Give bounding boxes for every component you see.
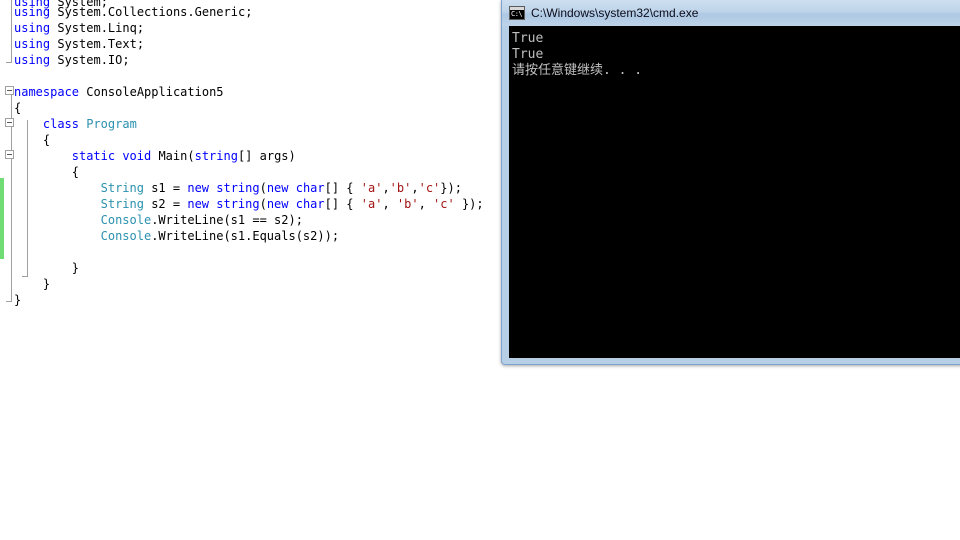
code-token-plain: .WriteLine(s1.Equals(s2));	[151, 229, 340, 243]
code-token-kw: string	[194, 149, 238, 163]
code-line: using System.Text;	[14, 36, 144, 52]
console-title-text: C:\Windows\system32\cmd.exe	[531, 6, 699, 20]
gutter-guide-line	[11, 0, 12, 62]
code-token-type: Console	[100, 213, 152, 227]
code-token-kw: new char	[266, 197, 325, 211]
code-line: using System.IO;	[14, 52, 130, 68]
code-line: String s1 = new string(new char[] { 'a',…	[101, 180, 462, 196]
console-output-area[interactable]: True True 请按任意键继续. . .	[509, 26, 960, 358]
code-token-plain: }	[14, 293, 22, 307]
code-token-kw: namespace	[14, 85, 80, 99]
code-line: Console.WriteLine(s1 == s2);	[101, 212, 303, 228]
code-line: }	[43, 276, 50, 292]
fold-region-end-tick	[22, 276, 28, 277]
code-line: using System.Collections.Generic;	[14, 4, 252, 20]
code-token-plain: ,	[411, 181, 419, 195]
code-token-kw: using	[14, 5, 51, 19]
code-token-plain: s2 =	[143, 197, 188, 211]
code-token-plain: System.Text;	[50, 37, 145, 51]
code-token-kw: new string	[187, 197, 260, 211]
change-bar-saved	[0, 178, 4, 259]
code-token-plain: [] {	[324, 197, 361, 211]
code-line: namespace ConsoleApplication5	[14, 84, 224, 100]
code-token-kw: using	[14, 21, 51, 35]
code-token-kw: class	[42, 117, 79, 131]
fold-main-method-collapse-icon[interactable]	[5, 150, 14, 159]
code-token-plain: });	[454, 197, 484, 211]
code-token-plain: Main(	[151, 149, 195, 163]
code-token-kw: using	[14, 53, 51, 67]
fold-region-end-tick	[6, 301, 12, 302]
code-line: using System.Linq;	[14, 20, 144, 36]
code-token-str: 'a'	[360, 181, 383, 195]
code-token-kw: new char	[266, 181, 325, 195]
console-title-bar[interactable]: C:\ C:\Windows\system32\cmd.exe	[502, 0, 960, 26]
code-token-plain: {	[42, 133, 51, 147]
code-token-plain: s1 =	[143, 181, 188, 195]
code-token-plain: (	[259, 197, 267, 211]
code-token-plain: [] {	[324, 181, 361, 195]
code-line: }	[72, 260, 79, 276]
cmd-icon-prompt-text: C:\	[511, 10, 523, 18]
code-token-plain: (	[259, 181, 267, 195]
code-token-plain: System.Linq;	[50, 21, 145, 35]
code-line: static void Main(string[] args)	[72, 148, 296, 164]
console-window[interactable]: C:\ C:\Windows\system32\cmd.exe True Tru…	[501, 0, 960, 365]
code-token-type: Program	[86, 117, 137, 131]
fold-class-collapse-icon[interactable]	[5, 118, 14, 127]
code-line: Console.WriteLine(s1.Equals(s2));	[101, 228, 339, 244]
code-token-str: 'c'	[433, 197, 455, 211]
code-line: {	[43, 132, 50, 148]
code-token-plain: });	[440, 181, 462, 195]
code-editor-pane[interactable]: using System; using System.Collections.Ge…	[0, 0, 500, 540]
code-token-plain: System.IO;	[50, 53, 130, 67]
code-line: String s2 = new string(new char[] { 'a',…	[101, 196, 484, 212]
code-line: {	[72, 164, 79, 180]
code-token-kw: using	[14, 37, 51, 51]
cmd-console-icon: C:\	[509, 6, 525, 20]
console-output-text: True True 请按任意键继续. . .	[512, 31, 643, 78]
fold-namespace-collapse-icon[interactable]	[5, 86, 14, 95]
code-token-kw: new string	[187, 181, 260, 195]
code-token-plain: }	[71, 261, 79, 275]
code-token-plain: ,	[418, 197, 434, 211]
code-token-plain: ,	[382, 181, 390, 195]
code-token-plain: [] args)	[237, 149, 296, 163]
code-token-plain: ,	[382, 197, 397, 211]
code-token-plain: }	[42, 277, 51, 291]
code-token-plain: System.Collections.Generic;	[50, 5, 253, 19]
gutter-guide-line	[27, 120, 28, 276]
code-token-plain: .WriteLine(s1 == s2);	[151, 213, 303, 227]
fold-region-end-tick	[6, 62, 12, 63]
code-token-kw: static void	[71, 149, 152, 163]
code-token-type: String	[100, 197, 144, 211]
code-token-type: String	[100, 181, 144, 195]
code-token-plain: {	[71, 165, 79, 179]
code-line: }	[14, 292, 21, 308]
code-token-str: 'b'	[389, 181, 412, 195]
code-token-str: 'a'	[360, 197, 383, 211]
code-token-str: 'b'	[396, 197, 419, 211]
code-token-plain: ConsoleApplication5	[79, 85, 224, 99]
code-token-type: Console	[100, 229, 152, 243]
code-token-plain: {	[14, 101, 22, 115]
code-line: {	[14, 100, 21, 116]
code-line: class Program	[43, 116, 137, 132]
code-token-str: 'c'	[418, 181, 441, 195]
